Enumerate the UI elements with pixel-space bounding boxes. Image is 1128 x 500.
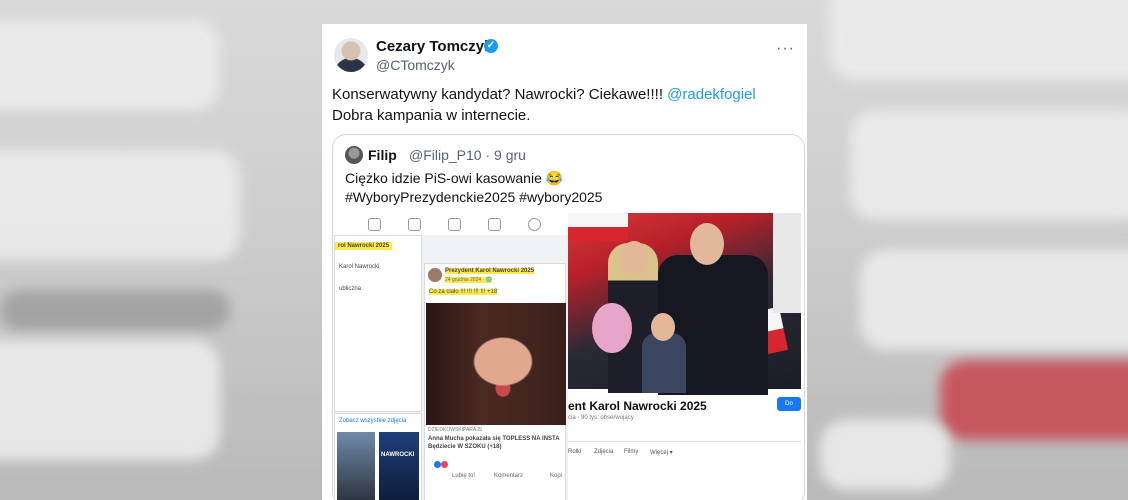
quoted-text-line1: Ciężko idzie PiS-owi kasowanie 😂: [345, 170, 564, 186]
media-image-right[interactable]: ent Karol Nawrocki 2025 cia · 90 tys. ob…: [568, 213, 801, 500]
quoted-author-name: Filip: [368, 147, 397, 163]
flower-bouquet: [592, 303, 632, 353]
see-all-photos-link: Zobacz wszystkie zdjęcia: [339, 418, 407, 424]
child-face: [651, 313, 675, 341]
photos-panel: Zobacz wszystkie zdjęcia NAWROCKI: [334, 413, 422, 500]
post-author: Prezydent Karol Nawrocki 2025: [445, 268, 535, 274]
link-title: Anna Mucha pokazała się TOPLESS NA INSTA…: [428, 436, 560, 450]
poland-flag-left: [568, 213, 628, 241]
link-domain: DZIEDKOWSKIPARAJS: [428, 427, 483, 433]
woman-face: [620, 241, 648, 275]
quoted-tweet-header: Filip @Filip_P10 · 9 gru: [345, 146, 792, 166]
tweet-text-part1: Konserwatywny kandydat? Nawrocki? Ciekaw…: [332, 86, 668, 103]
mention-link[interactable]: @radekfogiel: [667, 86, 756, 103]
quoted-tweet-text: Ciężko idzie PiS-owi kasowanie 😂 #Wybory…: [345, 169, 790, 207]
page-subtitle: cia · 90 tys. obserwujący: [568, 415, 634, 421]
home-icon: [368, 218, 381, 231]
tweet-header: Cezary Tomczyk ✓ @CTomczyk ···: [334, 36, 795, 76]
child-figure: [642, 333, 686, 393]
search-result: Karol Nawrocki: [339, 264, 380, 270]
more-options-icon[interactable]: ···: [776, 40, 795, 58]
tweet-text: Konserwatywny kandydat? Nawrocki? Ciekaw…: [332, 84, 797, 126]
fb-nav-bar: [334, 213, 568, 235]
photo-thumb-1: [337, 432, 375, 500]
divider: [568, 441, 801, 442]
comment-action: Komentarz: [494, 473, 524, 479]
like-action: Lubię to!: [452, 473, 476, 479]
tab-wiecej: Więcej ▾: [650, 450, 673, 456]
post-text: Co za ciało !!! !!! !!! !!! +18: [429, 289, 498, 295]
author-name[interactable]: Cezary Tomczyk: [376, 38, 492, 55]
friends-icon: [408, 218, 421, 231]
tweet-text-part2: Dobra kampania w internecie.: [332, 107, 531, 124]
marketplace-icon: [488, 218, 501, 231]
man-face: [690, 223, 724, 265]
page-title: ent Karol Nawrocki 2025: [568, 399, 707, 413]
tweet-card: Cezary Tomczyk ✓ @CTomczyk ··· Konserwat…: [322, 24, 807, 500]
tab-rolki: Rolki: [568, 449, 582, 455]
tab-zdjecia: Zdjęcia: [594, 449, 614, 455]
verified-badge-icon: ✓: [484, 39, 498, 53]
background-person: [773, 213, 801, 313]
quoted-media[interactable]: rol Nawrocki 2025 Karol Nawrocki ubliczn…: [334, 213, 801, 500]
post-photo: [426, 303, 566, 425]
photo-thumb-2: NAWROCKI: [379, 432, 419, 500]
author-handle[interactable]: @CTomczyk: [376, 57, 455, 73]
quoted-tweet[interactable]: Filip @Filip_P10 · 9 gru Ciężko idzie Pi…: [332, 134, 805, 500]
reaction-icons: [434, 455, 450, 468]
post-date: 24 grudnia 2024 · 🌐: [445, 277, 492, 283]
media-image-left[interactable]: rol Nawrocki 2025 Karol Nawrocki ubliczn…: [334, 213, 568, 500]
search-panel: rol Nawrocki 2025 Karol Nawrocki ubliczn…: [334, 235, 422, 412]
quoted-author-handle: @Filip_P10 · 9 gru: [409, 147, 526, 163]
page-cover-photo: [568, 213, 801, 395]
copy-action: Kopi: [550, 473, 563, 479]
quoted-hashtags: #WyboryPrezydenckie2025 #wybory2025: [345, 189, 603, 205]
quoted-author-avatar: [345, 146, 363, 164]
tab-filmy: Filmy: [624, 449, 639, 455]
groups-icon: [528, 218, 541, 231]
page-action-button: Do: [777, 397, 801, 411]
video-icon: [448, 218, 461, 231]
photo-caption: NAWROCKI: [381, 452, 415, 458]
search-value: rol Nawrocki 2025: [335, 242, 393, 250]
author-avatar[interactable]: [334, 38, 368, 72]
sidebar-item: ubliczna: [339, 286, 362, 292]
post-avatar: [428, 268, 442, 282]
